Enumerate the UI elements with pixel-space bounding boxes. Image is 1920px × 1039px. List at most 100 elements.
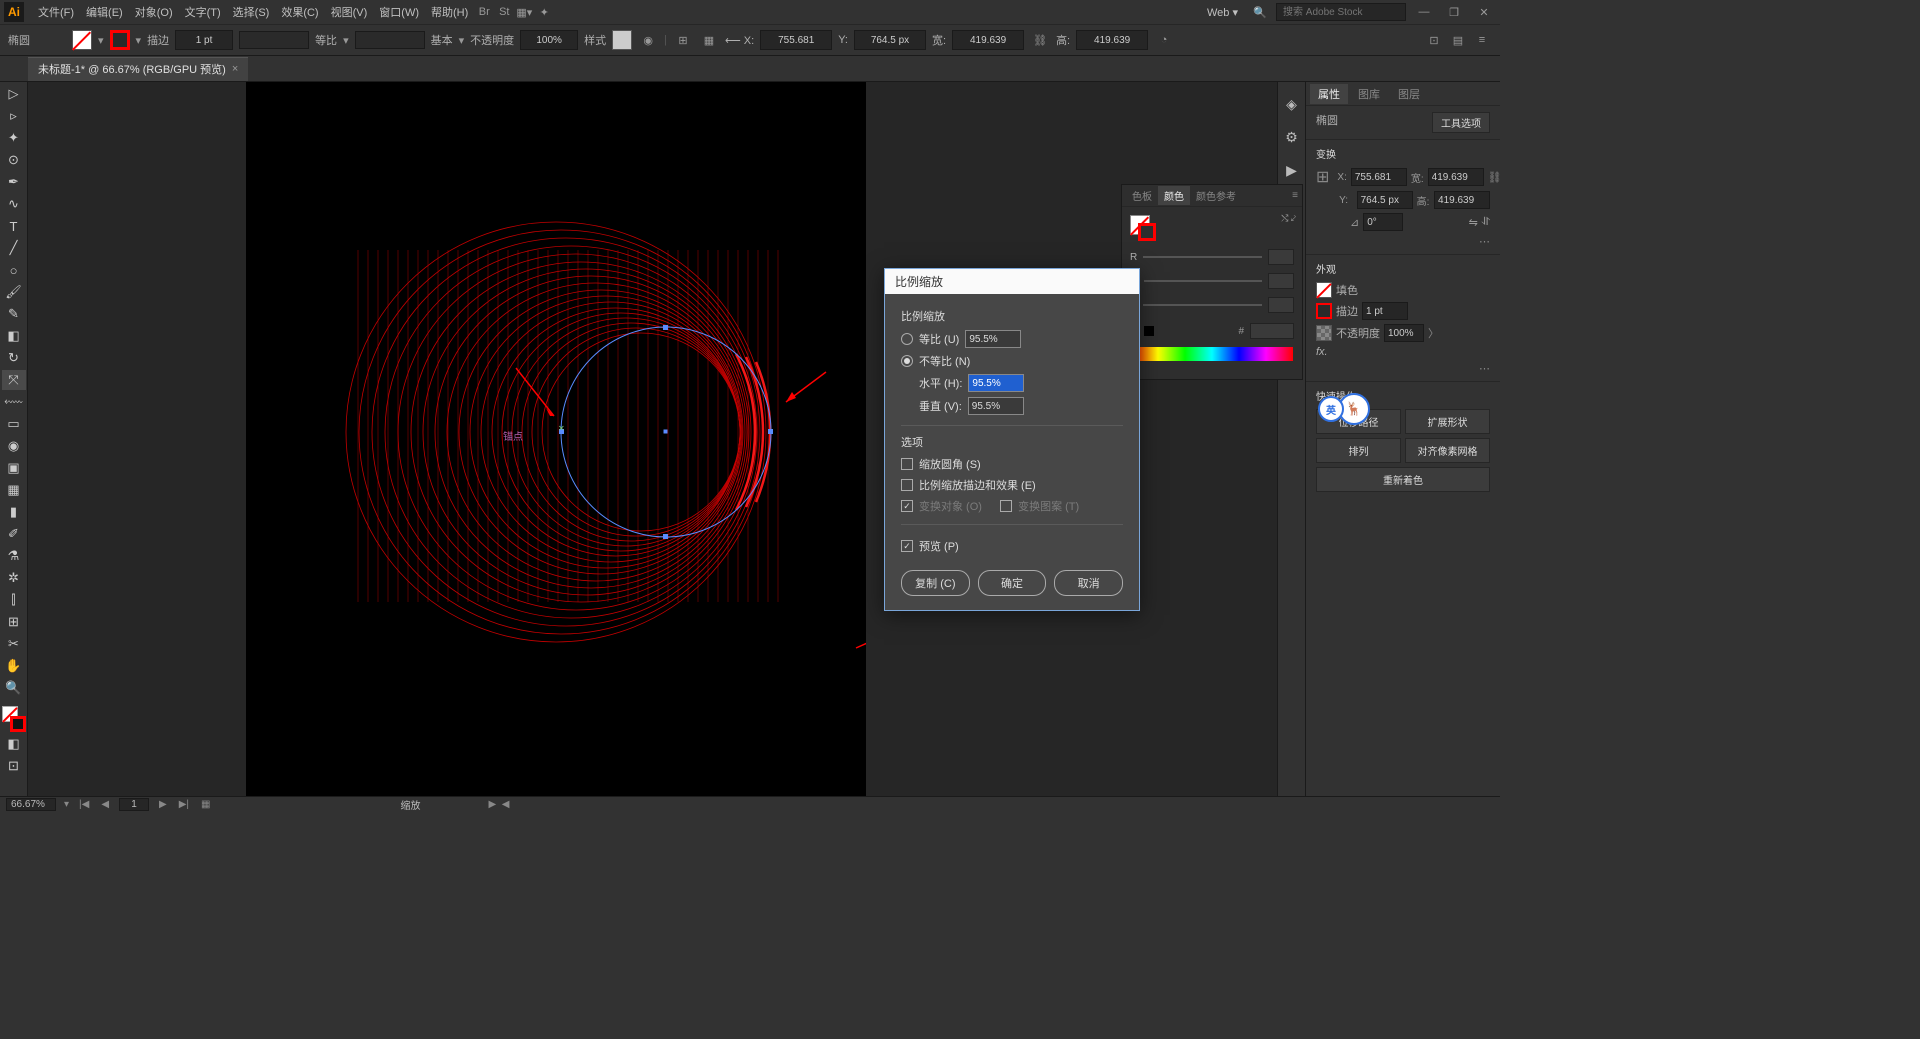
preview-check[interactable] [901,540,913,552]
menu-file[interactable]: 文件(F) [32,2,80,22]
gradient-tool[interactable]: ▮ [2,502,26,522]
ok-button[interactable]: 确定 [978,570,1047,596]
tab-color-guide[interactable]: 颜色参考 [1190,186,1242,205]
bridge-icon[interactable]: Br [474,2,494,22]
swap-fill-stroke-icon[interactable]: ⤭ ⤦ [1281,213,1296,224]
search-stock-input[interactable] [1276,3,1406,21]
horizontal-input[interactable] [968,374,1024,392]
graph-tool[interactable]: ⫿ [2,590,26,610]
recolor-icon[interactable]: ◉ [638,30,658,50]
stroke-swatch[interactable] [110,30,130,50]
fill-stroke-toggle[interactable] [2,706,26,732]
gear-icon[interactable]: ⚙ [1285,129,1298,146]
nonuniform-radio[interactable] [901,355,913,367]
align-icon[interactable]: ⊞ [673,30,693,50]
menu-type[interactable]: 文字(T) [179,2,227,22]
color-spectrum[interactable] [1131,347,1293,361]
prop-opacity-input[interactable] [1384,324,1424,342]
fill-dropdown-icon[interactable]: ▾ [98,34,104,47]
options-menu-icon[interactable]: ≡ [1472,30,1492,50]
copy-button[interactable]: 复制 (C) [901,570,970,596]
ime-lang[interactable]: 英 [1318,396,1344,422]
search-icon[interactable]: 🔍 [1250,2,1270,22]
x-input[interactable] [760,30,832,50]
rectangle-tool[interactable]: ○ [2,260,26,280]
prop-y-input[interactable] [1357,191,1413,209]
g-slider[interactable] [1144,280,1262,282]
pen-tool[interactable]: ✒ [2,172,26,192]
prop-h-input[interactable] [1434,191,1490,209]
r-slider[interactable] [1143,256,1262,258]
shaper-tool[interactable]: ✎ [2,304,26,324]
fill-swatch[interactable] [72,30,92,50]
menu-edit[interactable]: 编辑(E) [80,2,129,22]
menu-select[interactable]: 选择(S) [227,2,276,22]
arrange-docs-icon[interactable]: ▦▾ [514,2,534,22]
stock-icon[interactable]: St [494,2,514,22]
minimize-button[interactable]: — [1412,3,1436,21]
color-panel-stroke[interactable] [1138,223,1156,241]
expand-shape-button[interactable]: 扩展形状 [1405,409,1490,434]
recolor-button[interactable]: 重新着色 [1316,467,1490,492]
close-button[interactable]: ✕ [1472,3,1496,21]
line-tool[interactable]: ╱ [2,238,26,258]
slice-tool[interactable]: ✂ [2,634,26,654]
stroke-dropdown-icon[interactable]: ▾ [136,34,142,47]
lasso-tool[interactable]: ⊙ [2,150,26,170]
hex-value[interactable] [1250,323,1294,339]
y-input[interactable] [854,30,926,50]
blend-tool[interactable]: ⚗ [2,546,26,566]
tab-color[interactable]: 颜色 [1158,186,1190,205]
zoom-tool[interactable]: 🔍 [2,678,26,698]
prop-opacity-swatch[interactable] [1316,325,1332,341]
stroke-weight-input[interactable] [175,30,233,50]
tab-layers[interactable]: 图层 [1390,84,1428,104]
scale-strokes-check[interactable] [901,479,913,491]
mesh-tool[interactable]: ▦ [2,480,26,500]
direct-selection-tool[interactable]: ▹ [2,106,26,126]
libraries-icon[interactable]: ◈ [1286,96,1297,113]
play-icon[interactable]: ▶ [1286,162,1297,179]
vertical-input[interactable] [968,397,1024,415]
scale-corners-check[interactable] [901,458,913,470]
symbol-sprayer-tool[interactable]: ✲ [2,568,26,588]
draw-mode-icon[interactable]: ◧ [2,734,26,754]
close-tab-icon[interactable]: × [232,63,238,75]
menu-view[interactable]: 视图(V) [325,2,374,22]
stroke-profile[interactable] [239,31,309,49]
w-input[interactable] [952,30,1024,50]
toolbox-stroke-swatch[interactable] [10,716,26,732]
first-artboard-icon[interactable]: |◀ [77,799,91,810]
arrange-button[interactable]: 排列 [1316,438,1401,463]
prop-fill-swatch[interactable] [1316,282,1332,298]
menu-effect[interactable]: 效果(C) [275,2,324,22]
magic-wand-tool[interactable]: ✦ [2,128,26,148]
transform-icon[interactable]: ▦ [699,30,719,50]
link-wh-prop-icon[interactable]: ⛓ [1488,171,1502,184]
prop-stroke-weight[interactable] [1362,302,1408,320]
scale-tool[interactable]: ⤧ [2,370,26,390]
r-value[interactable] [1268,249,1294,265]
perspective-tool[interactable]: ▣ [2,458,26,478]
width-tool[interactable]: ⬳ [2,392,26,412]
menu-window[interactable]: 窗口(W) [373,2,425,22]
isolate-icon[interactable]: ⊡ [1424,30,1444,50]
b-slider[interactable] [1143,304,1262,306]
tab-properties[interactable]: 属性 [1310,84,1348,104]
eraser-tool[interactable]: ◧ [2,326,26,346]
cancel-button[interactable]: 取消 [1054,570,1123,596]
style-swatch[interactable] [612,30,632,50]
pixel-grid-button[interactable]: 对齐像素网格 [1405,438,1490,463]
zoom-display[interactable]: 66.67% [6,798,56,811]
b-value[interactable] [1268,297,1294,313]
uniform-input[interactable] [965,330,1021,348]
tool-options-button[interactable]: 工具选项 [1432,112,1490,133]
paintbrush-tool[interactable]: 🖌 [2,282,26,302]
prev-artboard-icon[interactable]: ◀ [99,799,111,810]
uniform-radio[interactable] [901,333,913,345]
tab-library[interactable]: 图库 [1350,84,1388,104]
brush-def[interactable] [355,31,425,49]
prop-rotate-input[interactable] [1363,213,1403,231]
type-tool[interactable]: T [2,216,26,236]
shape-tool-icon[interactable]: ◔ [1154,30,1174,50]
